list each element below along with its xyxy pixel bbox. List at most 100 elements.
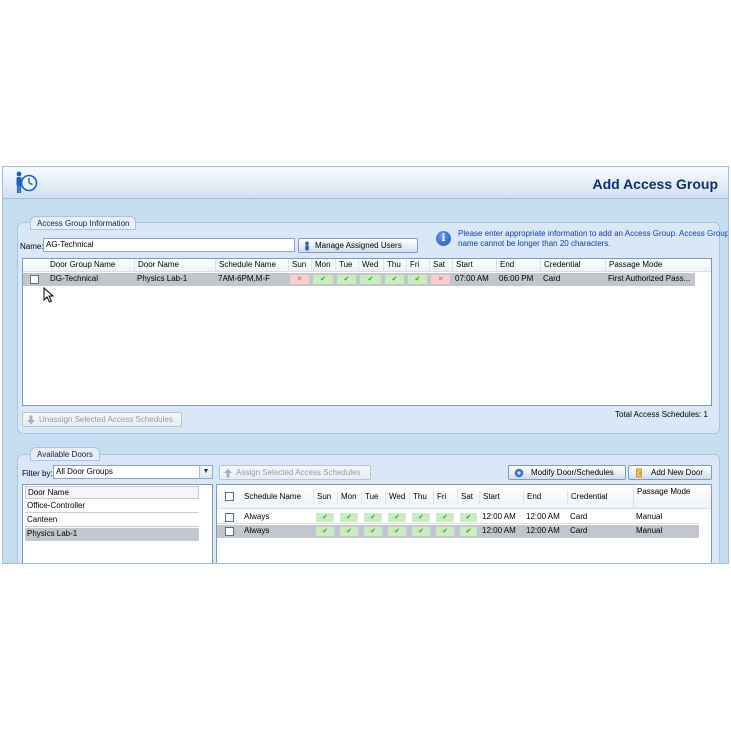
fri-check-icon: ✔ (408, 275, 427, 284)
table-row[interactable]: Always ✔ ✔ ✔ ✔ ✔ ✔ ✔ 12:00 AM 12:00 AM C… (217, 525, 699, 538)
door-group-cell: DG-Technical (50, 274, 99, 283)
sun-off-icon: ✕ (290, 275, 309, 284)
schedule-name-cell: 7AM-6PM,M-F (218, 274, 270, 283)
start-cell: 12:00 AM (482, 526, 516, 535)
col-mon[interactable]: Mon (311, 259, 336, 272)
mouse-cursor-icon (43, 287, 54, 303)
add-new-door-button[interactable]: Add New Door (628, 465, 712, 480)
thu-check-icon: ✔ (412, 527, 430, 536)
header-bar: Add Access Group (3, 167, 728, 199)
col-wed[interactable]: Wed (358, 259, 384, 272)
col-fri[interactable]: Fri (433, 491, 457, 504)
credential-cell: Card (570, 526, 588, 535)
modify-door-schedules-button[interactable]: Modify Door/Schedules (508, 465, 626, 480)
sat-check-icon: ✔ (460, 527, 477, 536)
manage-assigned-users-label: Manage Assigned Users (315, 241, 402, 250)
col-start[interactable]: Start (452, 259, 497, 272)
sun-check-icon: ✔ (316, 527, 334, 536)
passage-mode-cell: First Authorized Pass... (608, 274, 691, 283)
schedule-name-cell: Always (244, 512, 270, 521)
info-message: Please enter appropriate information to … (458, 229, 729, 248)
col-sun[interactable]: Sun (288, 259, 312, 272)
name-input[interactable]: AG-Technical (43, 238, 295, 252)
door-list-header[interactable]: Door Name (25, 486, 199, 499)
wed-check-icon: ✔ (388, 513, 406, 522)
filter-label: Filter by: (22, 469, 53, 478)
col-sun[interactable]: Sun (313, 491, 337, 504)
add-door-icon (636, 468, 642, 478)
down-arrow-icon (27, 415, 35, 425)
col-door-name[interactable]: Door Name (134, 259, 216, 272)
passage-mode-cell: Manual (636, 512, 663, 521)
fri-check-icon: ✔ (436, 513, 454, 522)
col-mon[interactable]: Mon (337, 491, 361, 504)
add-new-door-label: Add New Door (651, 468, 704, 477)
add-access-group-window: Add Access Group Access Group Informatio… (2, 166, 729, 564)
schedule-name-cell: Always (244, 526, 270, 535)
up-arrow-icon (224, 468, 232, 478)
table-row[interactable]: Always ✔ ✔ ✔ ✔ ✔ ✔ ✔ 12:00 AM 12:00 AM C… (217, 511, 699, 524)
row-checkbox[interactable] (225, 513, 234, 522)
credential-cell: Card (570, 512, 588, 521)
col-start[interactable]: Start (479, 491, 523, 504)
col-fri[interactable]: Fri (406, 259, 430, 272)
chevron-down-icon[interactable]: ▼ (199, 466, 212, 478)
col-schedule-name[interactable]: Schedule Name (215, 259, 289, 272)
col-tue[interactable]: Tue (361, 491, 385, 504)
window-title: Add Access Group (592, 176, 718, 192)
unassign-schedules-button[interactable]: Unassign Selected Access Schedules (22, 412, 182, 427)
table-row[interactable]: DG-Technical Physics Lab-1 7AM-6PM,M-F ✕… (23, 273, 695, 286)
col-wed[interactable]: Wed (385, 491, 409, 504)
col-schedule-name[interactable]: Schedule Name (241, 491, 313, 504)
select-all-checkbox[interactable] (225, 492, 234, 501)
sun-check-icon: ✔ (316, 513, 334, 522)
door-schedules-grid: Schedule Name Sun Mon Tue Wed Thu Fri Sa… (216, 484, 712, 563)
grid-header-row: Door Group Name Door Name Schedule Name … (23, 259, 711, 272)
start-cell: 12:00 AM (482, 512, 516, 521)
tue-check-icon: ✔ (364, 513, 382, 522)
col-passage-mode[interactable]: Passage Mode (633, 486, 697, 508)
list-item[interactable]: Office-Controller (25, 500, 199, 513)
col-end[interactable]: End (523, 491, 567, 504)
assign-schedules-label: Assign Selected Access Schedules (236, 468, 361, 477)
row-checkbox[interactable] (30, 275, 39, 284)
col-thu[interactable]: Thu (409, 491, 433, 504)
modify-door-schedules-label: Modify Door/Schedules (531, 468, 614, 477)
end-cell: 12:00 AM (526, 526, 560, 535)
col-sat[interactable]: Sat (457, 491, 479, 504)
name-label: Name: (20, 242, 44, 251)
start-cell: 07:00 AM (455, 274, 489, 283)
credential-cell: Card (543, 274, 561, 283)
users-icon (305, 241, 309, 251)
access-group-icon (16, 171, 38, 193)
col-passage-mode[interactable]: Passage Mode (605, 259, 711, 272)
thu-check-icon: ✔ (412, 513, 430, 522)
thu-check-icon: ✔ (385, 275, 404, 284)
col-tue[interactable]: Tue (335, 259, 359, 272)
col-credential[interactable]: Credential (567, 491, 633, 504)
total-access-schedules: Total Access Schedules: 1 (615, 410, 708, 419)
info-icon: i (436, 231, 451, 246)
col-end[interactable]: End (496, 259, 541, 272)
filter-dropdown[interactable]: All Door Groups ▼ (53, 465, 213, 479)
tue-check-icon: ✔ (364, 527, 382, 536)
end-cell: 06:00 PM (499, 274, 534, 283)
sat-off-icon: ✕ (431, 275, 450, 284)
assign-schedules-button[interactable]: Assign Selected Access Schedules (219, 465, 371, 480)
modify-icon (514, 468, 524, 478)
available-doors-tab: Available Doors (30, 447, 100, 461)
door-list: Door Name Office-Controller Canteen Phys… (22, 484, 213, 563)
end-cell: 12:00 AM (526, 512, 560, 521)
unassign-schedules-label: Unassign Selected Access Schedules (39, 415, 173, 424)
col-sat[interactable]: Sat (429, 259, 453, 272)
col-credential[interactable]: Credential (540, 259, 606, 272)
list-item[interactable]: Canteen (25, 514, 199, 527)
row-checkbox[interactable] (225, 527, 234, 536)
list-item[interactable]: Physics Lab-1 (25, 528, 199, 541)
manage-assigned-users-button[interactable]: Manage Assigned Users (298, 238, 418, 253)
col-door-group-name[interactable]: Door Group Name (47, 259, 135, 272)
passage-mode-cell: Manual (636, 526, 663, 535)
access-group-info-tab: Access Group Information (30, 216, 137, 230)
wed-check-icon: ✔ (388, 527, 406, 536)
col-thu[interactable]: Thu (383, 259, 407, 272)
